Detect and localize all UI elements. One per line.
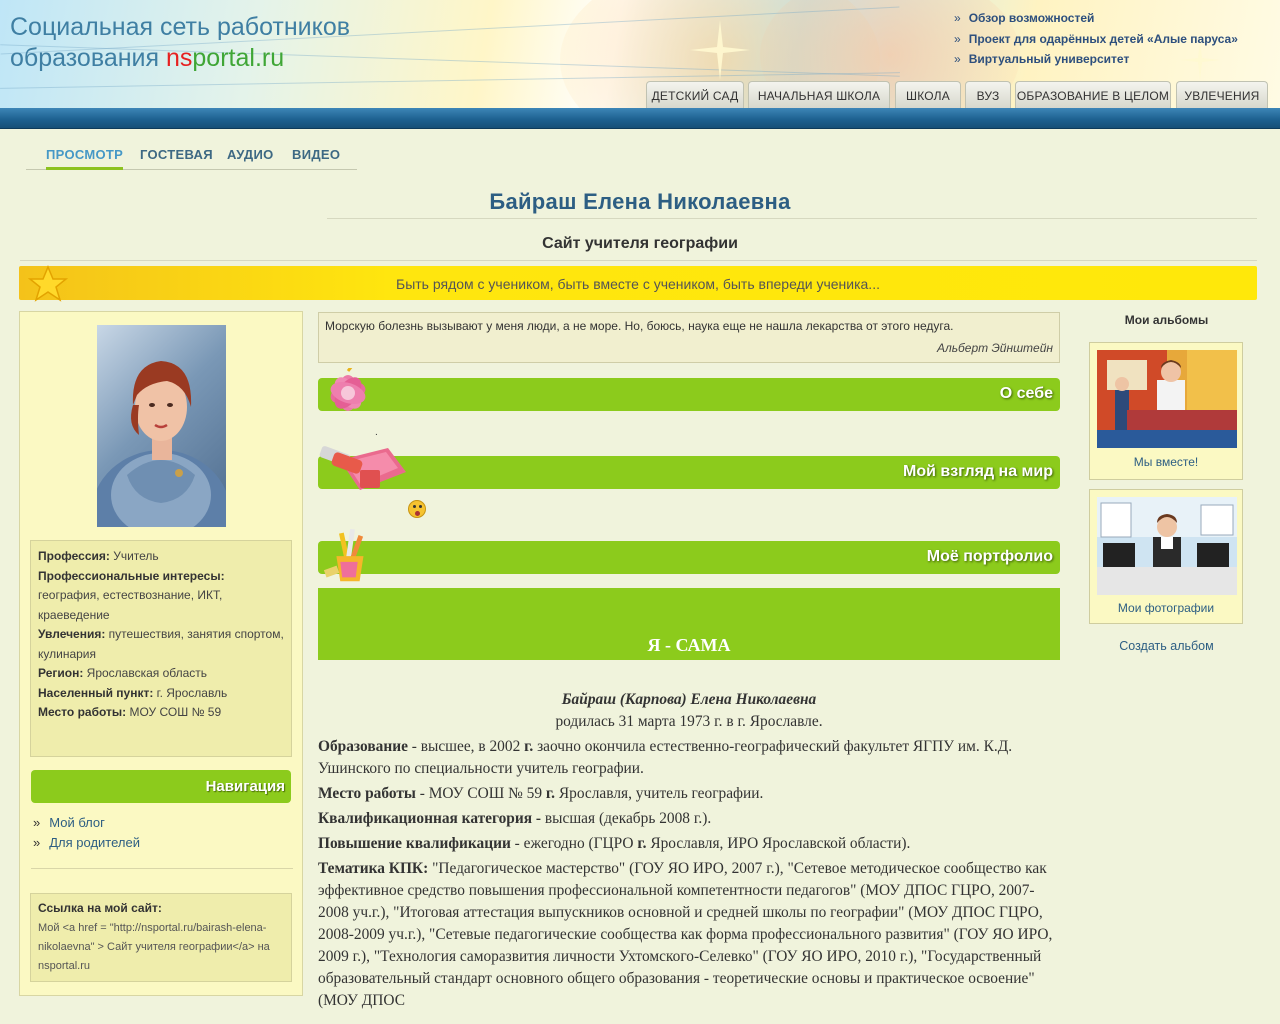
site-link-box: Ссылка на мой сайт: Мой <a href = "http:… (30, 893, 292, 982)
portfolio-heading-block: Я - САМА (318, 588, 1060, 660)
link-features-overview[interactable]: Обзор возможностей (954, 11, 1238, 32)
profile-photo (97, 325, 226, 527)
tab-kindergarten[interactable]: ДЕТСКИЙ САД (646, 81, 744, 108)
tab-education-general[interactable]: ОБРАЗОВАНИЕ В ЦЕЛОМ (1015, 81, 1171, 108)
subnav-view[interactable]: ПРОСМОТР (46, 147, 124, 170)
section-worldview: Мой взгляд на мир (318, 446, 1060, 490)
divider (327, 218, 1257, 219)
tab-university[interactable]: ВУЗ (965, 81, 1011, 108)
page-owner-name: Байраш Елена Николаевна (489, 189, 791, 214)
telescope-icon (319, 446, 406, 490)
navigation-header: Навигация (31, 770, 291, 803)
nav-item-for-parents[interactable]: Для родителей (33, 835, 140, 855)
section-about: О себе (318, 368, 1060, 411)
link-gifted-children-project[interactable]: Проект для одарённых детей «Алые паруса» (954, 32, 1238, 53)
tab-hobbies[interactable]: УВЛЕЧЕНИЯ (1176, 81, 1268, 108)
profile-info: Профессия: Учитель Профессиональные инте… (30, 540, 292, 757)
pencil-cup-icon (323, 529, 364, 582)
album-cover-image (1097, 350, 1237, 448)
link-virtual-university[interactable]: Виртуальный университет (954, 52, 1238, 73)
divider (20, 260, 1257, 261)
top-links: Обзор возможностей Проект для одарённых … (954, 11, 1238, 73)
quote-author: Альберт Эйнштейн (936, 341, 1053, 355)
section-portfolio: Моё портфолио (318, 529, 1060, 582)
sparkle-icon (690, 20, 750, 80)
subnav-video[interactable]: ВИДЕО (292, 147, 340, 162)
motto-banner: Быть рядом с учеником, быть вместе с уче… (19, 265, 1257, 302)
album-cover-image (1097, 497, 1237, 595)
about-content: . (375, 427, 378, 438)
album-caption: Мои фотографии (1117, 601, 1215, 615)
album-my-photos[interactable]: Мои фотографии (1089, 489, 1243, 624)
tab-school[interactable]: ШКОЛА (895, 81, 961, 108)
nav-item-my-blog[interactable]: Мой блог (33, 815, 140, 835)
tab-primary-school[interactable]: НАЧАЛЬНАЯ ШКОЛА (748, 81, 890, 108)
create-album-link[interactable]: Создать альбом (1090, 639, 1243, 653)
motto-text: Быть рядом с учеником, быть вместе с уче… (396, 276, 880, 292)
quote-text: Морскую болезнь вызывают у меня люди, а … (325, 319, 954, 333)
albums-title: Мои альбомы (1124, 313, 1209, 327)
portfolio-content: Байраш (Карпова) Елена Николаевна родила… (318, 691, 1053, 1009)
navigation-list: Мой блог Для родителей (33, 815, 140, 855)
header-bar (0, 108, 1280, 129)
subnav-guestbook[interactable]: ГОСТЕВАЯ (140, 147, 213, 162)
site-header: Социальная сеть работников образования n… (0, 0, 1280, 108)
flower-icon (330, 368, 366, 411)
quote-box: Морскую болезнь вызывают у меня люди, а … (318, 312, 1060, 363)
album-caption: Мы вместе! (1133, 455, 1199, 469)
album-together[interactable]: Мы вместе! (1089, 342, 1243, 480)
subnav-audio[interactable]: АУДИО (227, 147, 274, 162)
profile-sidebar: Профессия: Учитель Профессиональные инте… (19, 311, 303, 996)
site-title: Сайт учителя географии (542, 235, 738, 252)
site-link-code[interactable]: Мой <a href = "http://nsportal.ru/bairas… (38, 919, 284, 976)
surprised-emoji-icon (408, 500, 426, 518)
profile-subnav: ПРОСМОТР ГОСТЕВАЯ АУДИО ВИДЕО (26, 145, 357, 170)
divider (31, 868, 293, 869)
site-logo[interactable]: Социальная сеть работников образования n… (10, 12, 350, 74)
